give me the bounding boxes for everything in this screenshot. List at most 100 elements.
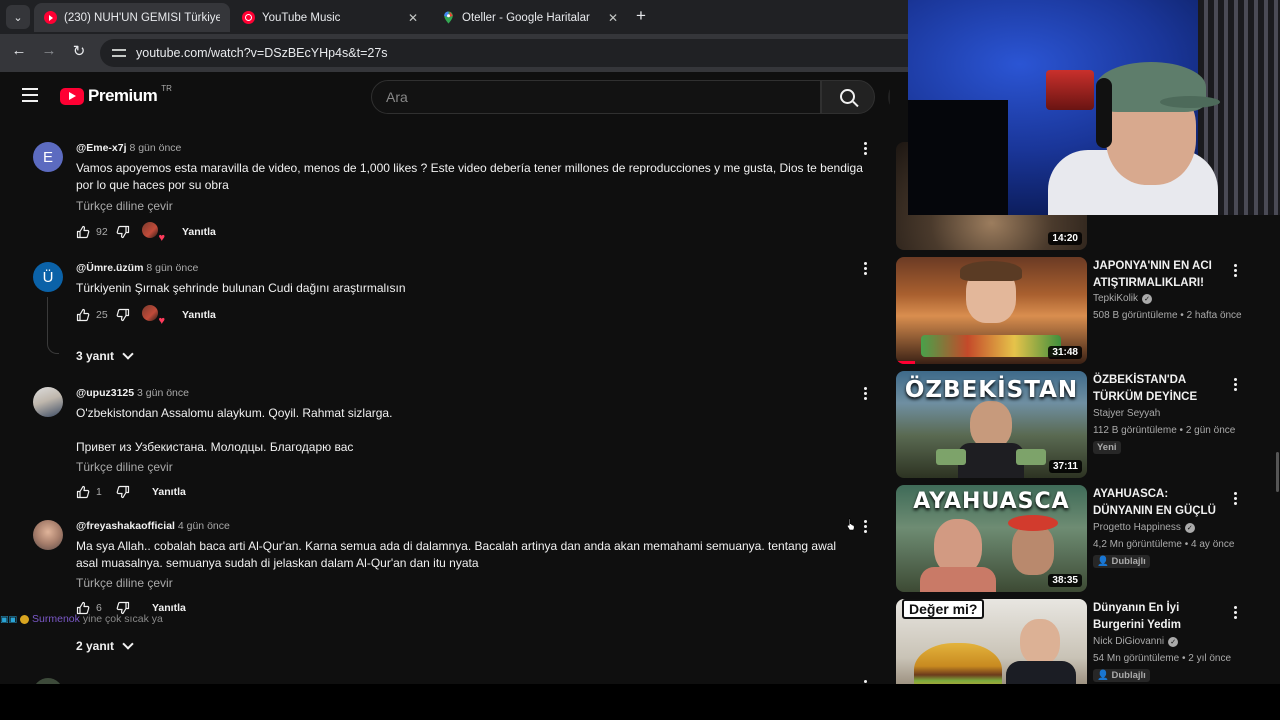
comment-author[interactable]: @freyashakaofficial <box>76 520 175 532</box>
translate-link[interactable]: Türkçe diline çevir <box>76 199 173 213</box>
browser-tab-youtube-music[interactable]: YouTube Music ✕ <box>232 3 428 32</box>
search-button[interactable] <box>821 80 875 114</box>
video-age: 2 hafta önce <box>1186 310 1242 321</box>
video-title[interactable]: ÖZBEKİSTAN'DA TÜRKÜM DEYİNCE ŞO... <box>1093 372 1225 406</box>
avatar[interactable]: E <box>33 142 63 172</box>
streamer-webcam <box>908 0 1280 215</box>
watch-progress-bar <box>896 361 916 364</box>
translate-link[interactable]: Türkçe diline çevir <box>76 460 173 474</box>
tab-title: Oteller - Google Haritalar <box>462 11 590 24</box>
search-icon <box>839 88 855 104</box>
back-arrow-icon[interactable]: ← <box>8 42 30 59</box>
video-duration: 38:35 <box>1048 574 1082 587</box>
dubbed-badge: 👤 Dublajlı <box>1093 669 1150 682</box>
tab-search-button[interactable]: ⌄ <box>6 5 30 29</box>
video-channel[interactable]: Nick DiGiovanni ✓ <box>1093 636 1179 647</box>
channel-name: TepkiKolik <box>1093 293 1139 304</box>
video-channel[interactable]: Progetto Happiness ✓ <box>1093 522 1195 533</box>
like-icon[interactable] <box>76 225 90 239</box>
comment-header: @Eme-x7j 8 gün önce <box>76 142 181 154</box>
like-icon[interactable] <box>76 308 90 322</box>
reply-button[interactable]: Yanıtla <box>182 226 216 238</box>
thread-line <box>47 297 59 354</box>
address-bar[interactable]: youtube.com/watch?v=DSzBEcYHp4s&t=27s <box>100 39 908 67</box>
video-views: 54 Mn görüntüleme <box>1093 653 1180 664</box>
new-tab-plus-icon[interactable]: + <box>636 6 646 26</box>
video-age: 2 gün önce <box>1185 425 1236 436</box>
video-meta: 54 Mn görüntüleme • 2 yıl önce <box>1093 653 1232 664</box>
video-channel[interactable]: TepkiKolik ✓ <box>1093 293 1153 304</box>
dubbed-badge: 👤 Dublajlı <box>1093 555 1150 568</box>
menu-icon[interactable] <box>22 88 38 102</box>
video-more-icon[interactable] <box>1232 378 1238 393</box>
comment-header: @freyashakaofficial 4 gün önce <box>76 520 230 532</box>
replies-toggle-button[interactable]: 3 yanıt <box>76 348 134 363</box>
comment-text: Türkiyenin Şırnak şehrinde bulunan Cudi … <box>76 281 406 295</box>
comment-time[interactable]: 8 gün önce <box>129 142 181 154</box>
close-icon[interactable]: ✕ <box>608 11 618 25</box>
video-more-icon[interactable] <box>1232 492 1238 507</box>
comment-more-icon[interactable] <box>862 387 868 402</box>
video-title[interactable]: JAPONYA'NIN EN ACI ATIŞTIRMALIKLARI! <box>1093 258 1225 292</box>
replies-toggle-button[interactable]: 2 yanıt <box>76 638 134 653</box>
comment-more-icon[interactable] <box>862 142 868 157</box>
comment-more-icon[interactable] <box>862 520 868 535</box>
reload-icon[interactable]: ↻ <box>68 42 90 60</box>
comment-time[interactable]: 8 gün önce <box>146 262 198 274</box>
video-views: 4,2 Mn görüntüleme <box>1093 539 1182 550</box>
site-info-icon[interactable] <box>112 47 126 59</box>
avatar[interactable] <box>33 387 63 417</box>
video-meta: 112 B görüntüleme • 2 gün önce <box>1093 425 1236 436</box>
video-thumbnail[interactable]: Değer mi? <box>896 599 1087 684</box>
video-thumbnail[interactable]: 31:48 <box>896 257 1087 364</box>
comment-text: Vamos apoyemos esta maravilla de video, … <box>76 161 863 192</box>
mouse-pointer-icon <box>847 518 855 531</box>
comment-time[interactable]: 3 gün önce <box>137 387 189 399</box>
youtube-premium-logo[interactable]: Premium TR <box>60 83 172 106</box>
chat-username: Surmenok <box>32 613 80 625</box>
comment-header: @Ümre.üzüm 8 gün önce <box>76 262 198 274</box>
reply-button[interactable]: Yanıtla <box>182 309 216 321</box>
browser-tab-youtube[interactable]: (230) NUH'UN GEMİSİ Türkiye'de <box>34 3 230 32</box>
search-input[interactable]: Ara <box>371 80 821 114</box>
comment-author[interactable]: @upuz3125 <box>76 387 134 399</box>
comment-actions: 92 ♥ Yanıtla <box>76 222 216 244</box>
avatar[interactable] <box>33 520 63 550</box>
video-meta: 508 B görüntüleme • 2 hafta önce <box>1093 310 1242 321</box>
video-duration: 37:11 <box>1048 460 1082 473</box>
logo-region: TR <box>161 83 172 93</box>
video-more-icon[interactable] <box>1232 264 1238 279</box>
video-title[interactable]: Dünyanın En İyi Burgerini Yedim <box>1093 600 1225 634</box>
dislike-icon[interactable] <box>116 308 130 322</box>
comment-author[interactable]: @Ümre.üzüm <box>76 262 143 274</box>
chevron-down-icon <box>122 348 134 360</box>
video-channel[interactable]: Stajyer Seyyah <box>1093 408 1160 419</box>
dubbed-icon: 👤 <box>1097 556 1109 567</box>
video-thumbnail[interactable]: AYAHUASCA 38:35 <box>896 485 1087 592</box>
comment-author[interactable]: @Eme-x7j <box>76 142 127 154</box>
avatar[interactable]: Ü <box>33 262 63 292</box>
creator-heart-badge: ♥ <box>142 305 165 327</box>
comment-text-line-2: Привет из Узбекистана. Молодцы. Благодар… <box>76 440 354 454</box>
avatar-letter: E <box>42 148 53 166</box>
video-views: 112 B görüntüleme <box>1093 425 1177 436</box>
comment-more-icon[interactable] <box>862 262 868 277</box>
close-icon[interactable]: ✕ <box>408 11 418 25</box>
video-duration: 31:48 <box>1048 346 1082 359</box>
comment-text: Ma sya Allah.. cobalah baca arti Al-Qur'… <box>76 539 837 570</box>
video-title[interactable]: AYAHUASCA: DÜNYANIN EN GÜÇLÜ ... <box>1093 486 1225 520</box>
dislike-icon[interactable] <box>116 485 130 499</box>
scrollbar-thumb[interactable] <box>1276 452 1279 492</box>
forward-arrow-icon[interactable]: → <box>38 42 60 59</box>
video-thumbnail[interactable]: ÖZBEKİSTAN 37:11 <box>896 371 1087 478</box>
like-count: 92 <box>96 226 108 238</box>
video-more-icon[interactable] <box>1232 606 1238 621</box>
dubbed-icon: 👤 <box>1097 670 1109 681</box>
chat-sub-badge-icon <box>20 614 30 624</box>
reply-button[interactable]: Yanıtla <box>152 486 186 498</box>
translate-link[interactable]: Türkçe diline çevir <box>76 576 173 590</box>
comment-time[interactable]: 4 gün önce <box>178 520 230 532</box>
dislike-icon[interactable] <box>116 225 130 239</box>
browser-tab-google-maps[interactable]: Oteller - Google Haritalar ✕ <box>432 3 628 32</box>
like-icon[interactable] <box>76 485 90 499</box>
